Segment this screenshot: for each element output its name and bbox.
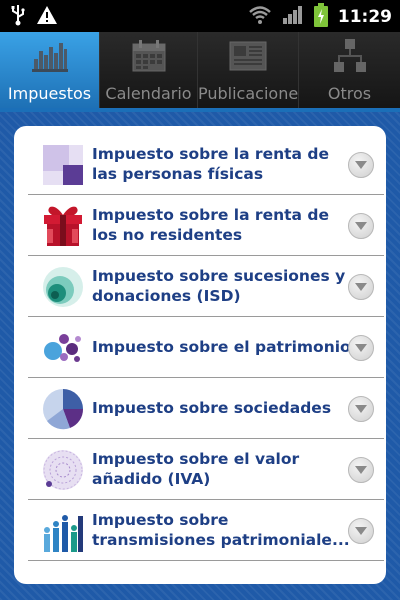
newspaper-icon bbox=[229, 36, 267, 76]
list-item-title-wrap: Impuesto sobre el patrimonio bbox=[92, 317, 354, 377]
battery-charging-icon bbox=[313, 3, 328, 31]
chevron-down-icon[interactable] bbox=[348, 274, 374, 300]
chevron-down-icon[interactable] bbox=[348, 335, 374, 361]
tab-label: Impuestos bbox=[7, 84, 92, 103]
calendar-icon bbox=[131, 36, 167, 76]
list-item-title: Impuesto sobre el patrimonio bbox=[92, 338, 351, 356]
list-item-iva[interactable]: Impuesto sobre el valor añadido (IVA) bbox=[28, 439, 384, 500]
chevron-down-icon[interactable] bbox=[348, 457, 374, 483]
list-item-title: Impuesto sobre la renta de las personas … bbox=[92, 145, 329, 183]
network-icon bbox=[332, 36, 368, 76]
warning-icon bbox=[36, 5, 58, 29]
tab-impuestos[interactable]: Impuestos bbox=[0, 32, 100, 110]
list-item-title-wrap: Impuesto sobre sociedades bbox=[92, 378, 354, 438]
list-item-title-wrap: Impuesto sobre la renta de los no reside… bbox=[92, 195, 354, 255]
list-item-title: Impuesto sobre la renta de los no reside… bbox=[92, 206, 329, 244]
list-item-title: Impuesto sobre el valor añadido (IVA) bbox=[92, 450, 300, 488]
tax-list-card: Impuesto sobre la renta de las personas … bbox=[14, 126, 386, 584]
list-item-title: Impuesto sobre sociedades bbox=[92, 399, 332, 417]
status-bar: 11:29 bbox=[0, 0, 400, 32]
chevron-down-icon[interactable] bbox=[348, 213, 374, 239]
list-item-sociedades[interactable]: Impuesto sobre sociedades bbox=[28, 378, 384, 439]
signal-icon bbox=[282, 5, 304, 29]
list-item-title-wrap: Impuesto sobre transmisiones patrimonial… bbox=[92, 500, 354, 560]
list-item-title: Impuesto sobre transmisiones patrimonial… bbox=[92, 511, 350, 549]
chevron-down-icon[interactable] bbox=[348, 152, 374, 178]
list-item-title-wrap: Impuesto sobre el valor añadido (IVA) bbox=[92, 439, 354, 499]
list-item-patrimonio[interactable]: Impuesto sobre el patrimonio bbox=[28, 317, 384, 378]
usb-icon bbox=[10, 4, 26, 30]
tab-bar: Impuestos Calendario Publicaciones Otros bbox=[0, 32, 400, 110]
chevron-down-icon[interactable] bbox=[348, 396, 374, 422]
tab-label: Otros bbox=[327, 84, 372, 103]
content-area: Impuesto sobre la renta de las personas … bbox=[0, 112, 400, 600]
gift-box-icon bbox=[42, 205, 84, 247]
tab-label: Calendario bbox=[105, 84, 192, 103]
list-item-irnr[interactable]: Impuesto sobre la renta de los no reside… bbox=[28, 195, 384, 256]
list-item-title: Impuesto sobre sucesiones y donaciones (… bbox=[92, 267, 346, 305]
tab-publicaciones[interactable]: Publicaciones bbox=[198, 32, 299, 110]
teal-circles-icon bbox=[42, 266, 84, 308]
tab-calendario[interactable]: Calendario bbox=[100, 32, 198, 110]
wifi-icon bbox=[248, 5, 272, 29]
bar-chart-icon bbox=[30, 36, 70, 76]
dotted-circle-icon bbox=[42, 449, 84, 491]
list-item-isd[interactable]: Impuesto sobre sucesiones y donaciones (… bbox=[28, 256, 384, 317]
tab-otros[interactable]: Otros bbox=[299, 32, 400, 110]
list-item-title-wrap: Impuesto sobre la renta de las personas … bbox=[92, 134, 354, 194]
tab-label: Publicaciones bbox=[198, 84, 298, 103]
list-item-itp[interactable]: Impuesto sobre transmisiones patrimonial… bbox=[28, 500, 384, 561]
bubbles-icon bbox=[42, 327, 84, 369]
chevron-down-icon[interactable] bbox=[348, 518, 374, 544]
clock: 11:29 bbox=[337, 7, 392, 27]
purple-squares-icon bbox=[42, 144, 84, 186]
list-item-title-wrap: Impuesto sobre sucesiones y donaciones (… bbox=[92, 256, 354, 316]
pie-chart-icon bbox=[42, 388, 84, 430]
list-item-irpf[interactable]: Impuesto sobre la renta de las personas … bbox=[28, 134, 384, 195]
bars-people-icon bbox=[42, 510, 84, 552]
